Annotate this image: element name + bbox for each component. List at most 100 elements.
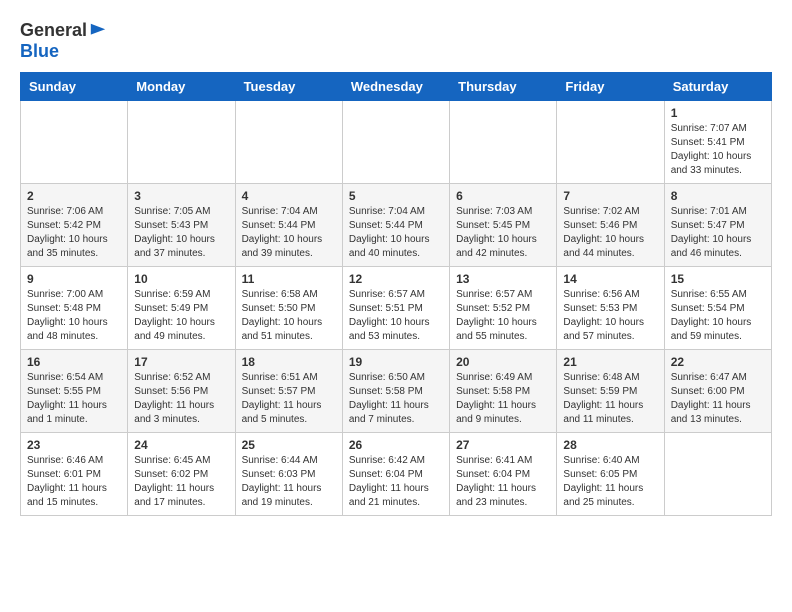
day-info: Sunrise: 6:48 AM Sunset: 5:59 PM Dayligh…	[563, 371, 657, 427]
calendar-cell: 10 Sunrise: 6:59 AM Sunset: 5:49 PM Dayli…	[128, 267, 235, 350]
week-row-0: 1 Sunrise: 7:07 AM Sunset: 5:41 PM Daylig…	[21, 101, 772, 184]
col-header-wednesday: Wednesday	[342, 73, 449, 101]
calendar-cell: 1 Sunrise: 7:07 AM Sunset: 5:41 PM Daylig…	[664, 101, 771, 184]
day-info: Sunrise: 6:51 AM Sunset: 5:57 PM Dayligh…	[242, 371, 336, 427]
calendar-cell: 21 Sunrise: 6:48 AM Sunset: 5:59 PM Dayli…	[557, 350, 664, 433]
day-info: Sunrise: 7:02 AM Sunset: 5:46 PM Dayligh…	[563, 205, 657, 261]
calendar-cell: 17 Sunrise: 6:52 AM Sunset: 5:56 PM Dayli…	[128, 350, 235, 433]
day-info: Sunrise: 6:50 AM Sunset: 5:58 PM Dayligh…	[349, 371, 443, 427]
page-header: General Blue	[20, 20, 772, 62]
logo-blue-text: Blue	[20, 41, 107, 62]
calendar-cell: 16 Sunrise: 6:54 AM Sunset: 5:55 PM Dayli…	[21, 350, 128, 433]
logo: General Blue	[20, 20, 107, 62]
day-info: Sunrise: 6:41 AM Sunset: 6:04 PM Dayligh…	[456, 454, 550, 510]
calendar-cell	[450, 101, 557, 184]
calendar-cell	[664, 433, 771, 516]
day-info: Sunrise: 7:05 AM Sunset: 5:43 PM Dayligh…	[134, 205, 228, 261]
col-header-tuesday: Tuesday	[235, 73, 342, 101]
day-info: Sunrise: 6:40 AM Sunset: 6:05 PM Dayligh…	[563, 454, 657, 510]
day-info: Sunrise: 7:04 AM Sunset: 5:44 PM Dayligh…	[349, 205, 443, 261]
day-number: 17	[134, 355, 228, 369]
day-info: Sunrise: 6:57 AM Sunset: 5:51 PM Dayligh…	[349, 288, 443, 344]
day-number: 24	[134, 438, 228, 452]
calendar-table: SundayMondayTuesdayWednesdayThursdayFrid…	[20, 72, 772, 516]
day-info: Sunrise: 6:58 AM Sunset: 5:50 PM Dayligh…	[242, 288, 336, 344]
calendar-cell	[235, 101, 342, 184]
day-number: 15	[671, 272, 765, 286]
day-info: Sunrise: 6:46 AM Sunset: 6:01 PM Dayligh…	[27, 454, 121, 510]
calendar-cell: 5 Sunrise: 7:04 AM Sunset: 5:44 PM Daylig…	[342, 184, 449, 267]
week-row-2: 9Sunrise: 7:00 AM Sunset: 5:48 PM Daylig…	[21, 267, 772, 350]
day-number: 3	[134, 189, 228, 203]
day-number: 9	[27, 272, 121, 286]
day-number: 4	[242, 189, 336, 203]
col-header-friday: Friday	[557, 73, 664, 101]
calendar-cell: 22 Sunrise: 6:47 AM Sunset: 6:00 PM Dayli…	[664, 350, 771, 433]
day-number: 21	[563, 355, 657, 369]
calendar-cell: 26 Sunrise: 6:42 AM Sunset: 6:04 PM Dayli…	[342, 433, 449, 516]
week-row-4: 23 Sunrise: 6:46 AM Sunset: 6:01 PM Dayli…	[21, 433, 772, 516]
day-info: Sunrise: 6:57 AM Sunset: 5:52 PM Dayligh…	[456, 288, 550, 344]
day-number: 16	[27, 355, 121, 369]
calendar-cell: 19 Sunrise: 6:50 AM Sunset: 5:58 PM Dayli…	[342, 350, 449, 433]
calendar-cell: 11 Sunrise: 6:58 AM Sunset: 5:50 PM Dayli…	[235, 267, 342, 350]
col-header-thursday: Thursday	[450, 73, 557, 101]
day-number: 5	[349, 189, 443, 203]
day-info: Sunrise: 6:59 AM Sunset: 5:49 PM Dayligh…	[134, 288, 228, 344]
day-info: Sunrise: 7:06 AM Sunset: 5:42 PM Dayligh…	[27, 205, 121, 261]
day-info: Sunrise: 7:07 AM Sunset: 5:41 PM Dayligh…	[671, 122, 765, 178]
day-info: Sunrise: 6:52 AM Sunset: 5:56 PM Dayligh…	[134, 371, 228, 427]
calendar-cell: 24 Sunrise: 6:45 AM Sunset: 6:02 PM Dayli…	[128, 433, 235, 516]
day-info: Sunrise: 6:42 AM Sunset: 6:04 PM Dayligh…	[349, 454, 443, 510]
day-number: 26	[349, 438, 443, 452]
col-header-sunday: Sunday	[21, 73, 128, 101]
day-info: Sunrise: 6:45 AM Sunset: 6:02 PM Dayligh…	[134, 454, 228, 510]
calendar-cell: 8Sunrise: 7:01 AM Sunset: 5:47 PM Daylig…	[664, 184, 771, 267]
logo-flag-icon	[89, 22, 107, 40]
week-row-1: 2Sunrise: 7:06 AM Sunset: 5:42 PM Daylig…	[21, 184, 772, 267]
day-info: Sunrise: 6:54 AM Sunset: 5:55 PM Dayligh…	[27, 371, 121, 427]
day-number: 1	[671, 106, 765, 120]
day-number: 18	[242, 355, 336, 369]
logo-general-text: General	[20, 20, 87, 41]
calendar-cell: 3 Sunrise: 7:05 AM Sunset: 5:43 PM Daylig…	[128, 184, 235, 267]
day-number: 8	[671, 189, 765, 203]
calendar-cell: 12 Sunrise: 6:57 AM Sunset: 5:51 PM Dayli…	[342, 267, 449, 350]
day-info: Sunrise: 7:03 AM Sunset: 5:45 PM Dayligh…	[456, 205, 550, 261]
day-info: Sunrise: 6:56 AM Sunset: 5:53 PM Dayligh…	[563, 288, 657, 344]
day-number: 11	[242, 272, 336, 286]
calendar-cell: 18 Sunrise: 6:51 AM Sunset: 5:57 PM Dayli…	[235, 350, 342, 433]
calendar-cell: 14 Sunrise: 6:56 AM Sunset: 5:53 PM Dayli…	[557, 267, 664, 350]
calendar-cell	[128, 101, 235, 184]
day-number: 6	[456, 189, 550, 203]
calendar-cell	[21, 101, 128, 184]
day-number: 20	[456, 355, 550, 369]
day-info: Sunrise: 7:04 AM Sunset: 5:44 PM Dayligh…	[242, 205, 336, 261]
calendar-cell: 20 Sunrise: 6:49 AM Sunset: 5:58 PM Dayli…	[450, 350, 557, 433]
day-info: Sunrise: 6:55 AM Sunset: 5:54 PM Dayligh…	[671, 288, 765, 344]
calendar-cell	[342, 101, 449, 184]
week-row-3: 16 Sunrise: 6:54 AM Sunset: 5:55 PM Dayli…	[21, 350, 772, 433]
col-header-monday: Monday	[128, 73, 235, 101]
day-number: 14	[563, 272, 657, 286]
day-number: 10	[134, 272, 228, 286]
day-number: 23	[27, 438, 121, 452]
day-info: Sunrise: 6:49 AM Sunset: 5:58 PM Dayligh…	[456, 371, 550, 427]
day-number: 19	[349, 355, 443, 369]
calendar-cell: 23 Sunrise: 6:46 AM Sunset: 6:01 PM Dayli…	[21, 433, 128, 516]
day-number: 25	[242, 438, 336, 452]
calendar-cell: 9Sunrise: 7:00 AM Sunset: 5:48 PM Daylig…	[21, 267, 128, 350]
calendar-cell: 7Sunrise: 7:02 AM Sunset: 5:46 PM Daylig…	[557, 184, 664, 267]
day-number: 28	[563, 438, 657, 452]
calendar-cell	[557, 101, 664, 184]
day-number: 13	[456, 272, 550, 286]
day-number: 12	[349, 272, 443, 286]
col-header-saturday: Saturday	[664, 73, 771, 101]
calendar-cell: 27 Sunrise: 6:41 AM Sunset: 6:04 PM Dayli…	[450, 433, 557, 516]
calendar-cell: 28 Sunrise: 6:40 AM Sunset: 6:05 PM Dayli…	[557, 433, 664, 516]
day-number: 22	[671, 355, 765, 369]
day-info: Sunrise: 6:47 AM Sunset: 6:00 PM Dayligh…	[671, 371, 765, 427]
calendar-cell: 25Sunrise: 6:44 AM Sunset: 6:03 PM Dayli…	[235, 433, 342, 516]
calendar-cell: 13 Sunrise: 6:57 AM Sunset: 5:52 PM Dayli…	[450, 267, 557, 350]
day-number: 27	[456, 438, 550, 452]
